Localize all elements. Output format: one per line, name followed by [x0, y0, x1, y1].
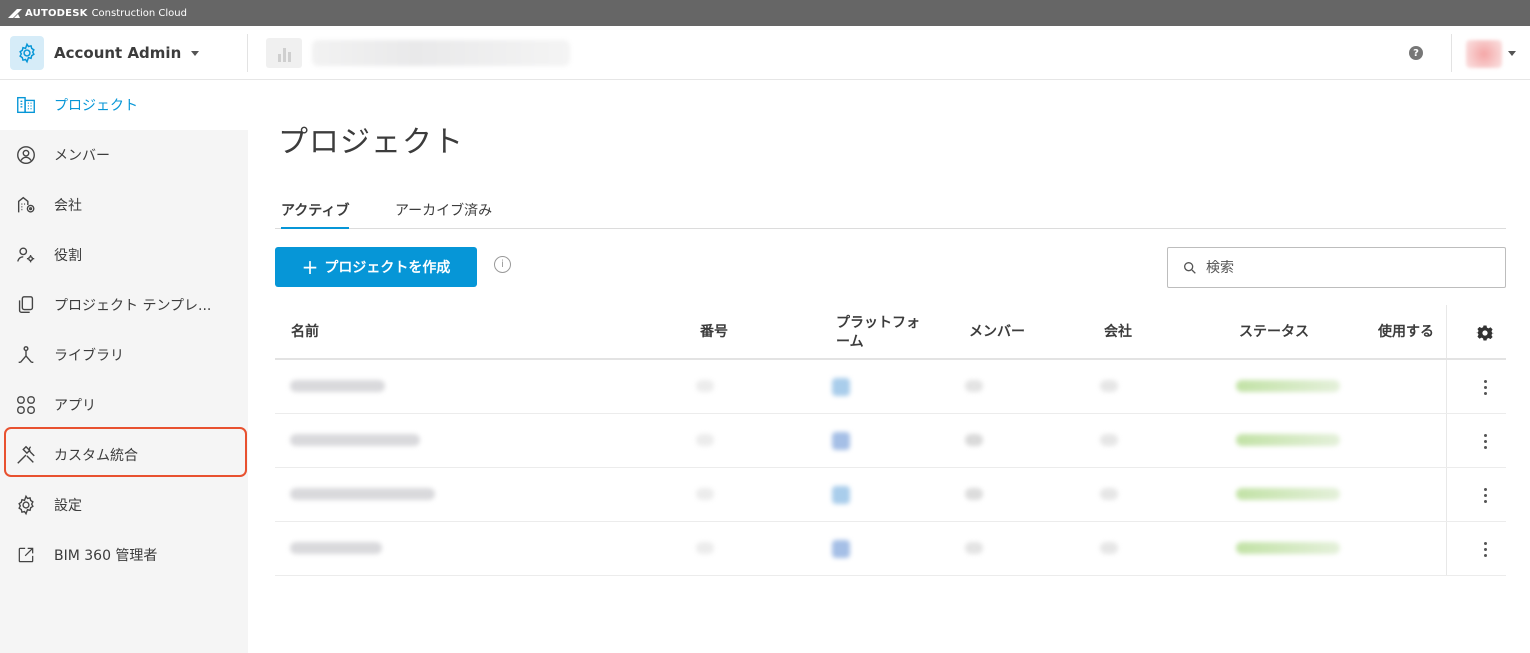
table-row[interactable]: [275, 414, 1506, 468]
table-row[interactable]: [275, 360, 1506, 414]
row-more-icon[interactable]: [1464, 468, 1506, 522]
sidebar-item-label: 会社: [54, 198, 82, 214]
building-icon: [14, 93, 38, 117]
blurred-members: [965, 434, 983, 446]
search-box[interactable]: [1167, 247, 1506, 288]
sidebar-nav: プロジェクト メンバー 会社 役割 プロジェクト テンプレ... ライブラリ ア…: [0, 80, 248, 653]
sidebar-item-project-templates[interactable]: プロジェクト テンプレ...: [0, 280, 248, 330]
account-gear-icon: [10, 36, 44, 70]
template-icon: [14, 293, 38, 317]
sidebar-item-library[interactable]: ライブラリ: [0, 330, 248, 380]
column-settings-gear-icon[interactable]: [1464, 305, 1506, 360]
user-circle-icon: [14, 143, 38, 167]
header-divider: [247, 34, 248, 72]
plus-icon: +: [301, 255, 319, 279]
platform-icon-blurred: [832, 432, 850, 450]
sidebar-item-label: プロジェクト: [54, 98, 138, 114]
sidebar-item-settings[interactable]: 設定: [0, 480, 248, 530]
blurred-number: [696, 380, 714, 392]
sidebar-item-label: ライブラリ: [54, 348, 124, 364]
projects-table: 名前 番号 プラットフォ ーム メンバー 会社 ステータス 使用する: [275, 305, 1506, 576]
column-header-platform[interactable]: プラットフォ ーム: [836, 305, 920, 360]
search-input[interactable]: [1206, 259, 1486, 276]
external-link-icon: [14, 543, 38, 567]
user-gear-icon: [14, 243, 38, 267]
page-title: プロジェクト: [278, 125, 464, 160]
blurred-number: [696, 542, 714, 554]
create-project-label: プロジェクトを作成: [324, 260, 451, 276]
table-row[interactable]: [275, 522, 1506, 576]
row-more-icon[interactable]: [1464, 414, 1506, 468]
sidebar-item-members[interactable]: メンバー: [0, 130, 248, 180]
company-icon: [14, 193, 38, 217]
sidebar-item-bim360-admin[interactable]: BIM 360 管理者: [0, 530, 248, 580]
avatar-chevron-down-icon[interactable]: [1508, 51, 1516, 56]
brand-bar: AUTODESK Construction Cloud: [0, 0, 1530, 26]
row-more-icon[interactable]: [1464, 360, 1506, 414]
sidebar-item-label: メンバー: [54, 148, 110, 164]
apps-grid-icon: [14, 393, 38, 417]
tab-bar: アクティブ アーカイブ済み: [275, 196, 1506, 229]
sidebar-item-label: プロジェクト テンプレ...: [54, 298, 212, 314]
autodesk-mark-icon: [8, 9, 22, 18]
highlight-annotation-box: [4, 427, 247, 477]
tab-archived[interactable]: アーカイブ済み: [395, 200, 492, 229]
column-header-companies[interactable]: 会社: [1104, 305, 1132, 360]
blurred-project-name: [290, 542, 382, 554]
row-more-icon[interactable]: [1464, 522, 1506, 576]
blurred-status: [1236, 434, 1340, 446]
gear-icon: [14, 493, 38, 517]
blurred-companies: [1100, 542, 1118, 554]
blurred-members: [965, 488, 983, 500]
brand-name: AUTODESK: [25, 7, 88, 19]
platform-icon-blurred: [832, 540, 850, 558]
table-row[interactable]: [275, 468, 1506, 522]
tab-active[interactable]: アクティブ: [281, 200, 350, 229]
sidebar-item-apps[interactable]: アプリ: [0, 380, 248, 430]
blurred-members: [965, 542, 983, 554]
column-header-name[interactable]: 名前: [291, 305, 319, 360]
blurred-status: [1236, 380, 1340, 392]
blurred-number: [696, 488, 714, 500]
search-icon: [1184, 261, 1196, 274]
create-project-button[interactable]: + プロジェクトを作成: [275, 247, 477, 287]
column-header-number[interactable]: 番号: [700, 305, 728, 360]
account-label: Account Admin: [54, 44, 182, 62]
chevron-down-icon: [191, 50, 200, 56]
sidebar-item-companies[interactable]: 会社: [0, 180, 248, 230]
library-icon: [14, 343, 38, 367]
blurred-members: [965, 380, 983, 392]
account-switcher[interactable]: Account Admin: [10, 36, 200, 70]
sidebar-item-projects[interactable]: プロジェクト: [0, 80, 248, 130]
user-avatar[interactable]: [1466, 40, 1502, 68]
project-selector-blurred[interactable]: [312, 40, 570, 66]
blurred-status: [1236, 488, 1340, 500]
sidebar-item-label: 役割: [54, 248, 82, 264]
blurred-project-name: [290, 380, 385, 392]
column-header-members[interactable]: メンバー: [969, 305, 1025, 360]
sidebar-item-label: BIM 360 管理者: [54, 548, 158, 564]
column-header-status[interactable]: ステータス: [1239, 305, 1309, 360]
blurred-number: [696, 434, 714, 446]
table-header: 名前 番号 プラットフォ ーム メンバー 会社 ステータス 使用する: [275, 305, 1506, 360]
column-header-usage[interactable]: 使用する: [1378, 305, 1446, 360]
blurred-status: [1236, 542, 1340, 554]
info-icon[interactable]: i: [494, 256, 511, 273]
blurred-project-name: [290, 488, 435, 500]
sidebar-item-label: 設定: [54, 498, 82, 514]
blurred-companies: [1100, 380, 1118, 392]
brand-product: Construction Cloud: [91, 7, 187, 19]
sidebar-item-label: アプリ: [54, 398, 96, 414]
project-thumbnail[interactable]: [266, 38, 302, 68]
blurred-companies: [1100, 488, 1118, 500]
help-icon[interactable]: ?: [1409, 46, 1423, 60]
top-header: Account Admin ?: [0, 26, 1530, 80]
platform-icon-blurred: [832, 486, 850, 504]
blurred-companies: [1100, 434, 1118, 446]
platform-icon-blurred: [832, 378, 850, 396]
autodesk-logo: AUTODESK Construction Cloud: [8, 8, 187, 19]
blurred-project-name: [290, 434, 420, 446]
header-divider-right: [1451, 34, 1452, 72]
sidebar-item-roles[interactable]: 役割: [0, 230, 248, 280]
